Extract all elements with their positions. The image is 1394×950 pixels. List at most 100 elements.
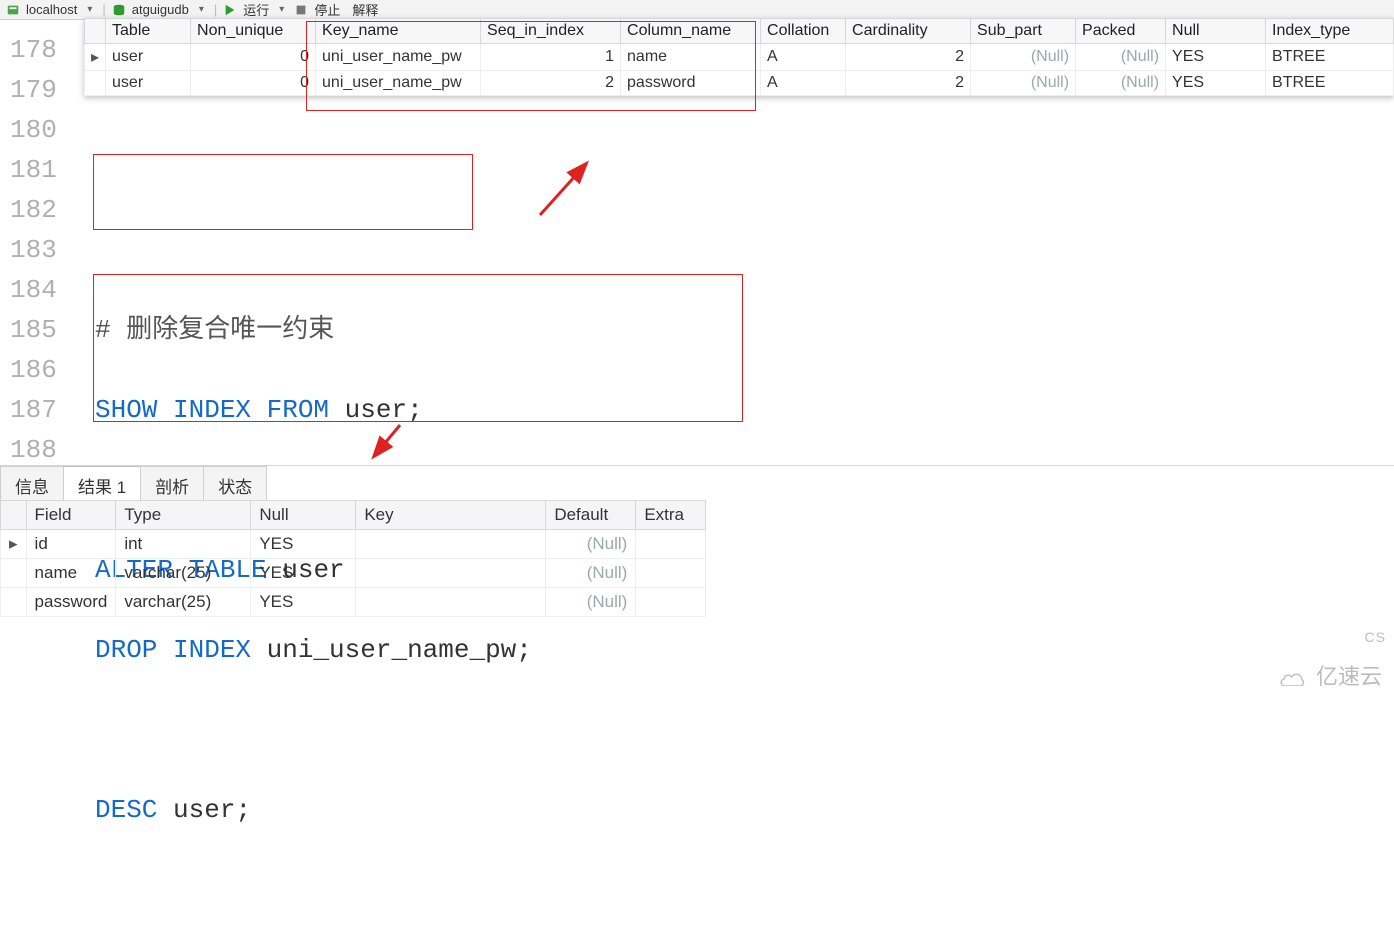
explain-label[interactable]: 解释 (352, 0, 378, 19)
line-number: 181 (10, 150, 57, 190)
cell-default[interactable]: (Null) (546, 530, 636, 559)
col-header[interactable]: Default (546, 501, 636, 530)
col-header[interactable]: Field (26, 501, 116, 530)
cell-sub_part[interactable]: (Null) (971, 44, 1076, 71)
row-marker (1, 588, 27, 617)
cell-key[interactable] (356, 588, 546, 617)
identifier: uni_user_name_pw (267, 635, 517, 665)
cell-collation[interactable]: A (761, 44, 846, 71)
chevron-down-icon[interactable]: ▾ (195, 4, 208, 15)
cell-default[interactable]: (Null) (546, 588, 636, 617)
cell-collation[interactable]: A (761, 71, 846, 96)
col-header[interactable]: Collation (761, 19, 846, 44)
tab-result-1[interactable]: 结果 1 (63, 466, 141, 504)
cell-field[interactable]: name (26, 559, 116, 588)
code-line (95, 230, 532, 270)
line-number: 178 (10, 30, 57, 70)
run-label[interactable]: 运行 (243, 0, 269, 19)
row-marker (85, 71, 106, 96)
col-header[interactable]: Packed (1076, 19, 1166, 44)
table-row[interactable]: namevarchar(25)YES (Null) (1, 559, 706, 588)
cell-extra[interactable] (636, 559, 706, 588)
cell-index_type[interactable]: BTREE (1266, 71, 1394, 96)
row-marker-header (85, 19, 106, 44)
line-number: 179 (10, 70, 57, 110)
tab-status[interactable]: 状态 (203, 466, 267, 504)
cell-null[interactable]: YES (251, 588, 356, 617)
cell-null[interactable]: YES (1166, 71, 1266, 96)
stop-label[interactable]: 停止 (314, 0, 340, 19)
cell-non_unique[interactable]: 0 (191, 71, 316, 96)
chevron-down-icon[interactable]: ▾ (275, 4, 288, 15)
col-header[interactable]: Seq_in_index (481, 19, 621, 44)
cell-key_name[interactable]: uni_user_name_pw (316, 71, 481, 96)
keyword: SHOW INDEX FROM (95, 395, 345, 425)
cell-type[interactable]: varchar(25) (116, 588, 251, 617)
col-header[interactable]: Null (1166, 19, 1266, 44)
tab-info[interactable]: 信息 (0, 466, 64, 504)
cell-table[interactable]: user (106, 44, 191, 71)
play-icon[interactable] (223, 3, 237, 17)
cell-type[interactable]: varchar(25) (116, 559, 251, 588)
cell-column_name[interactable]: name (621, 44, 761, 71)
cell-key_name[interactable]: uni_user_name_pw (316, 44, 481, 71)
tab-profile[interactable]: 剖析 (140, 466, 204, 504)
cell-key[interactable] (356, 559, 546, 588)
desc-result-grid[interactable]: Field Type Null Key Default Extra ▸idint… (0, 500, 1394, 617)
col-header[interactable]: Non_unique (191, 19, 316, 44)
cell-non_unique[interactable]: 0 (191, 44, 316, 71)
separator: | (214, 2, 217, 17)
col-header[interactable]: Null (251, 501, 356, 530)
col-header[interactable]: Index_type (1266, 19, 1394, 44)
cell-null[interactable]: YES (1166, 44, 1266, 71)
cell-table[interactable]: user (106, 71, 191, 96)
col-header[interactable]: Column_name (621, 19, 761, 44)
line-number: 184 (10, 270, 57, 310)
col-header[interactable]: Table (106, 19, 191, 44)
cell-sub_part[interactable]: (Null) (971, 71, 1076, 96)
database-name[interactable]: atguigudb (132, 2, 189, 17)
cell-extra[interactable] (636, 588, 706, 617)
col-header[interactable]: Key (356, 501, 546, 530)
connection-name[interactable]: localhost (26, 2, 77, 17)
cell-cardinality[interactable]: 2 (846, 71, 971, 96)
line-number: 182 (10, 190, 57, 230)
table-row[interactable]: passwordvarchar(25)YES (Null) (1, 588, 706, 617)
index-result-grid[interactable]: Table Non_unique Key_name Seq_in_index C… (84, 18, 1394, 96)
cell-default[interactable]: (Null) (546, 559, 636, 588)
table-row[interactable]: user0uni_user_name_pw2passwordA2(Null)(N… (85, 71, 1394, 96)
cell-cardinality[interactable]: 2 (846, 44, 971, 71)
code-line (95, 870, 532, 910)
col-header[interactable]: Extra (636, 501, 706, 530)
cell-seq_in_index[interactable]: 2 (481, 71, 621, 96)
code-line (95, 150, 532, 190)
row-marker: ▸ (1, 530, 27, 559)
gutter: 178 179 180 181 182 183 184 185 186 187 … (10, 30, 57, 470)
cell-column_name[interactable]: password (621, 71, 761, 96)
col-header[interactable]: Key_name (316, 19, 481, 44)
cell-seq_in_index[interactable]: 1 (481, 44, 621, 71)
row-marker (1, 559, 27, 588)
separator: | (102, 2, 105, 17)
cell-field[interactable]: id (26, 530, 116, 559)
cell-packed[interactable]: (Null) (1076, 71, 1166, 96)
table-row[interactable]: ▸idintYES (Null) (1, 530, 706, 559)
toolstrip: localhost ▾ | atguigudb ▾ | 运行 ▾ 停止 解释 (0, 0, 1394, 20)
stop-icon[interactable] (294, 3, 308, 17)
cell-null[interactable]: YES (251, 559, 356, 588)
cell-extra[interactable] (636, 530, 706, 559)
col-header[interactable]: Type (116, 501, 251, 530)
cell-null[interactable]: YES (251, 530, 356, 559)
cell-field[interactable]: password (26, 588, 116, 617)
cell-type[interactable]: int (116, 530, 251, 559)
cell-key[interactable] (356, 530, 546, 559)
comment: 删除复合唯一约束 (111, 315, 335, 345)
table-row[interactable]: ▸user0uni_user_name_pw1nameA2(Null)(Null… (85, 44, 1394, 71)
chevron-down-icon[interactable]: ▾ (83, 4, 96, 15)
cell-packed[interactable]: (Null) (1076, 44, 1166, 71)
col-header[interactable]: Cardinality (846, 19, 971, 44)
col-header[interactable]: Sub_part (971, 19, 1076, 44)
cell-index_type[interactable]: BTREE (1266, 44, 1394, 71)
arrow-icon (530, 150, 610, 230)
keyword: DESC (95, 795, 173, 825)
